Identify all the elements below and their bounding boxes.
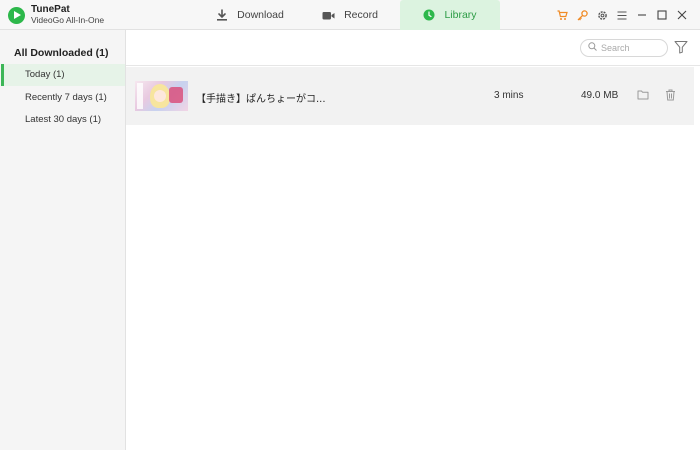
trash-icon[interactable] <box>665 89 679 103</box>
sidebar-item-today[interactable]: Today (1) <box>1 64 125 86</box>
table-row[interactable]: 【手描き】ぱんちょーがコ... 3 mins 49.0 MB <box>126 67 694 125</box>
filter-icon[interactable] <box>674 40 688 54</box>
clock-icon <box>423 9 435 21</box>
download-icon <box>216 9 228 21</box>
title-bar: TunePat VideoGo All-In-One Download Reco… <box>0 0 700 30</box>
sidebar: All Downloaded (1) Today (1) Recently 7 … <box>0 30 126 450</box>
sidebar-item-latest-30-days[interactable]: Latest 30 days (1) <box>1 109 125 131</box>
tab-download-label: Download <box>237 9 284 21</box>
search-input[interactable] <box>601 43 661 53</box>
gear-icon[interactable] <box>592 7 612 23</box>
sidebar-item-recently-7-days[interactable]: Recently 7 days (1) <box>1 87 125 109</box>
video-thumbnail <box>135 81 188 111</box>
main-tabs: Download Record Library <box>200 0 500 30</box>
app-brand: TunePat VideoGo All-In-One <box>8 4 104 26</box>
close-icon[interactable] <box>672 7 692 23</box>
video-size: 49.0 MB <box>581 90 619 101</box>
library-toolbar <box>126 30 700 66</box>
maximize-icon[interactable] <box>652 7 672 23</box>
tab-record-label: Record <box>344 9 378 21</box>
search-box[interactable] <box>580 39 668 57</box>
folder-icon[interactable] <box>637 89 651 103</box>
tab-library[interactable]: Library <box>400 0 500 30</box>
app-logo-icon <box>8 6 25 24</box>
tab-library-label: Library <box>444 9 477 21</box>
app-subtitle: VideoGo All-In-One <box>31 15 105 25</box>
cart-icon[interactable] <box>552 7 572 23</box>
video-duration: 3 mins <box>494 90 524 101</box>
app-name: TunePat <box>31 4 70 15</box>
video-camera-icon <box>322 10 335 21</box>
window-controls <box>552 7 692 23</box>
menu-icon[interactable] <box>612 7 632 23</box>
minimize-icon[interactable] <box>632 7 652 23</box>
tab-download[interactable]: Download <box>200 0 300 30</box>
sidebar-header-all-downloaded[interactable]: All Downloaded (1) <box>14 47 109 59</box>
tab-record[interactable]: Record <box>300 0 400 30</box>
video-title: 【手描き】ぱんちょーがコ... <box>196 94 326 105</box>
key-icon[interactable] <box>572 7 592 23</box>
search-icon <box>588 42 597 54</box>
